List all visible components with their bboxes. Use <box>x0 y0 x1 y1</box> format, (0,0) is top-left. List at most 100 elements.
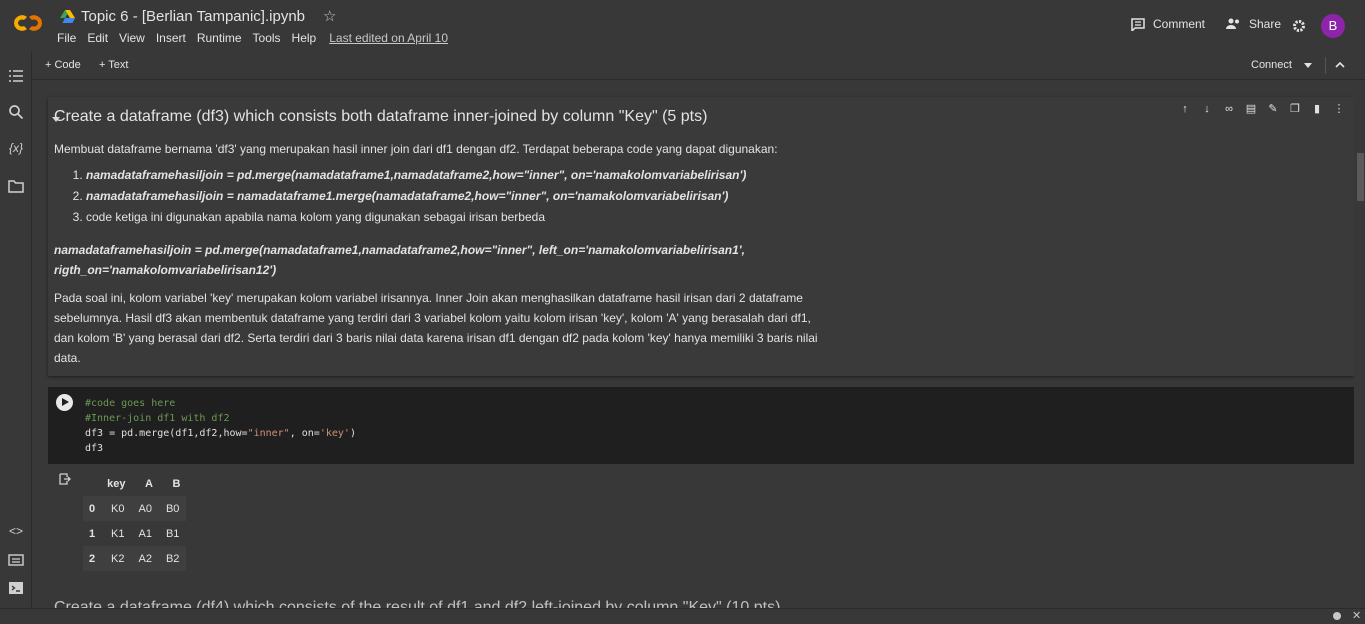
last-edited-link[interactable]: Last edited on April 10 <box>329 31 448 45</box>
menu-tools[interactable]: Tools <box>253 31 281 45</box>
output-actions-icon[interactable] <box>59 473 71 485</box>
code-example-line: namadataframehasiljoin = pd.merge(namada… <box>54 243 745 257</box>
table-cell: B0 <box>165 502 180 515</box>
search-icon[interactable] <box>8 104 24 120</box>
code-editor[interactable]: #code goes here #Inner-join df1 with df2… <box>85 396 356 456</box>
list-item: namadataframehasiljoin = namadataframe1.… <box>86 186 746 207</box>
index-header <box>83 471 101 496</box>
connect-button[interactable]: Connect <box>1251 59 1292 71</box>
next-section-heading: Create a dataframe (df4) which consists … <box>54 599 781 608</box>
more-vert-icon[interactable]: ⋮ <box>1333 103 1345 115</box>
paragraph-line: dan kolom 'B' yang berasal dari df2. Ser… <box>54 331 818 345</box>
move-down-icon[interactable]: ↓ <box>1201 103 1213 115</box>
table-cell: B1 <box>165 527 180 540</box>
notebook-toolbar: + Code + Text Connect <box>0 52 1365 80</box>
table-row: 0 K0 A0 B0 <box>83 496 187 521</box>
code-example: namadataframehasiljoin = pd.merge(namada… <box>54 240 745 280</box>
account-avatar[interactable]: B <box>1321 14 1345 38</box>
column-header: B <box>172 477 181 490</box>
files-folder-icon[interactable] <box>8 178 24 194</box>
menu-file[interactable]: File <box>57 31 76 45</box>
table-cell: K2 <box>111 552 125 565</box>
share-button[interactable]: Share <box>1225 17 1281 31</box>
row-index: 1 <box>89 527 96 540</box>
share-people-icon <box>1226 18 1239 29</box>
code-token: df3 <box>85 443 104 454</box>
menu-bar: File Edit View Insert Runtime Tools Help… <box>57 31 459 45</box>
variables-icon[interactable]: {x} <box>8 141 24 157</box>
vertical-scrollbar[interactable] <box>1355 80 1365 608</box>
share-label: Share <box>1249 17 1282 31</box>
toolbar-divider <box>1325 57 1326 74</box>
code-comment: #code goes here <box>85 398 176 409</box>
row-index: 0 <box>89 502 96 515</box>
table-of-contents-icon[interactable] <box>8 68 24 84</box>
code-string: "inner" <box>247 428 290 439</box>
menu-edit[interactable]: Edit <box>87 31 108 45</box>
app-header: Topic 6 - [Berlian Tampanic].ipynb ☆ Fil… <box>0 0 1365 52</box>
paragraph-line: Pada soal ini, kolom variabel 'key' meru… <box>54 291 803 305</box>
code-token: df3 = pd.merge(df1,df2,how= <box>85 428 248 439</box>
link-icon[interactable]: ∞ <box>1223 103 1235 115</box>
scrollbar-thumb[interactable] <box>1357 153 1364 201</box>
plus-icon: + <box>99 59 109 71</box>
table-cell: A0 <box>138 502 152 515</box>
table-cell: B2 <box>165 552 180 565</box>
explanation-paragraph: Pada soal ini, kolom variabel 'key' meru… <box>54 288 818 368</box>
close-icon[interactable]: ✕ <box>1352 609 1361 622</box>
output-dataframe: key A B 0 K0 A0 B0 1 K1 A1 B1 2 K2 A2 B2 <box>83 471 187 571</box>
table-cell: A2 <box>138 552 152 565</box>
table-cell: K0 <box>111 502 125 515</box>
colab-logo[interactable] <box>11 11 45 35</box>
list-item: namadataframehasiljoin = pd.merge(namada… <box>86 165 746 186</box>
command-palette-icon[interactable] <box>8 552 24 568</box>
edit-pencil-icon[interactable]: ✎ <box>1267 103 1279 115</box>
menu-view[interactable]: View <box>119 31 145 45</box>
code-cell[interactable]: #code goes here #Inner-join df1 with df2… <box>48 387 1354 464</box>
chevron-up-icon[interactable] <box>1335 61 1345 68</box>
status-indicator-icon <box>1333 612 1341 620</box>
comment-label: Comment <box>1153 17 1206 31</box>
code-comment: #Inner-join df1 with df2 <box>85 413 230 424</box>
menu-runtime[interactable]: Runtime <box>197 31 242 45</box>
table-row: 1 K1 A1 B1 <box>83 521 187 546</box>
code-token: ) <box>349 428 356 439</box>
row-index: 2 <box>89 552 96 565</box>
paragraph-line: data. <box>54 351 81 365</box>
star-icon[interactable]: ☆ <box>323 7 336 25</box>
move-up-icon[interactable]: ↑ <box>1179 103 1191 115</box>
code-string: 'key' <box>319 428 350 439</box>
text-cell[interactable]: ↑ ↓ ∞ ▤ ✎ ❐ ▮ ⋮ Create a dataframe (df3)… <box>48 97 1354 376</box>
column-header: key <box>107 477 126 490</box>
mirror-cell-icon[interactable]: ❐ <box>1289 103 1301 115</box>
add-code-button[interactable]: + Code <box>45 59 81 71</box>
paragraph-line: sebelumnya. Hasil df3 akan membentuk dat… <box>54 311 811 325</box>
notebook-content: ↑ ↓ ∞ ▤ ✎ ❐ ▮ ⋮ Create a dataframe (df3)… <box>32 80 1354 608</box>
settings-gear-icon[interactable] <box>1292 19 1306 33</box>
delete-trash-icon[interactable]: ▮ <box>1311 103 1323 115</box>
notebook-title-row: Topic 6 - [Berlian Tampanic].ipynb ☆ <box>60 7 336 25</box>
connect-label: Connect <box>1251 59 1292 71</box>
add-code-label: Code <box>54 59 81 71</box>
left-sidebar: {x} <> <box>0 52 32 623</box>
drive-icon <box>60 9 75 23</box>
table-header-row: key A B <box>83 471 186 496</box>
status-bar: ✕ <box>0 608 1365 624</box>
table-cell: K1 <box>111 527 125 540</box>
notebook-title[interactable]: Topic 6 - [Berlian Tampanic].ipynb <box>81 8 305 25</box>
code-snippets-icon[interactable]: <> <box>8 524 24 540</box>
list-item: code ketiga ini digunakan apabila nama k… <box>86 207 746 228</box>
intro-paragraph: Membuat dataframe bernama 'df3' yang mer… <box>54 142 778 156</box>
add-text-button[interactable]: + Text <box>99 59 128 71</box>
add-comment-icon[interactable]: ▤ <box>1245 103 1257 115</box>
comment-button[interactable]: Comment <box>1131 17 1205 31</box>
menu-help[interactable]: Help <box>292 31 317 45</box>
menu-insert[interactable]: Insert <box>156 31 186 45</box>
section-heading: Create a dataframe (df3) which consists … <box>54 108 708 125</box>
column-header: A <box>145 477 153 490</box>
add-text-label: Text <box>108 59 129 71</box>
terminal-icon[interactable] <box>8 580 24 596</box>
code-example-line: rigth_on='namakolomvariabelirisan12') <box>54 263 277 277</box>
chevron-down-icon[interactable] <box>1304 63 1312 68</box>
run-cell-button[interactable] <box>56 394 73 411</box>
